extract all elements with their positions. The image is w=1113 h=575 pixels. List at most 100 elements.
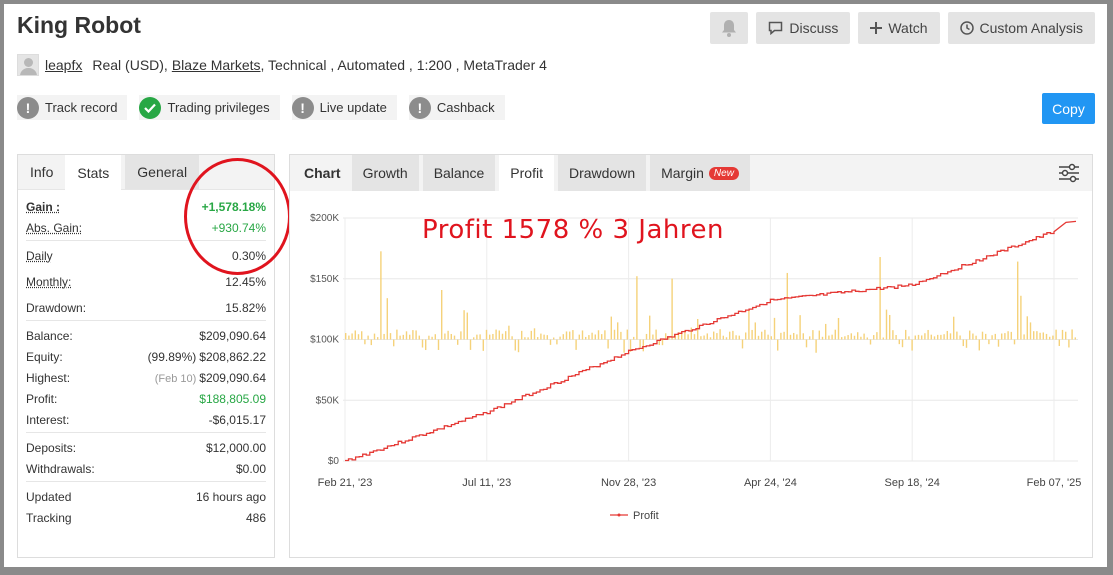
profit-bar <box>892 330 894 340</box>
tab-general[interactable]: General <box>125 155 200 189</box>
profit-bar <box>767 334 769 340</box>
y-tick-label: $100K <box>310 335 339 346</box>
verification-badges: ! Track record Trading privileges ! Live… <box>17 95 505 120</box>
profit-bar <box>949 333 952 340</box>
legend-label: Profit <box>633 510 659 522</box>
profit-bar <box>866 337 868 340</box>
badge-track-record[interactable]: ! Track record <box>17 95 128 120</box>
stat-label[interactable]: Abs. Gain: <box>26 221 82 235</box>
profit-bar <box>1055 329 1057 340</box>
tab-growth[interactable]: Growth <box>351 155 419 191</box>
profit-bar <box>1074 337 1076 340</box>
profit-bar <box>729 331 731 340</box>
profit-bar <box>937 334 939 340</box>
user-link[interactable]: leapfx <box>45 57 82 73</box>
stat-label[interactable]: Daily <box>26 249 53 263</box>
stat-label[interactable]: Gain : <box>26 200 60 214</box>
stat-label: Highest: <box>26 370 71 385</box>
stat-label: Profit: <box>26 391 58 406</box>
profit-bar <box>572 330 574 340</box>
profit-bar <box>421 339 424 348</box>
chart-settings-button[interactable] <box>1058 163 1080 188</box>
profit-bar <box>924 333 926 340</box>
profit-bar <box>1058 339 1060 346</box>
broker-link[interactable]: Blaze Markets <box>172 57 261 73</box>
tab-margin[interactable]: Margin New <box>650 155 750 191</box>
watch-label: Watch <box>888 20 928 36</box>
y-tick-label: $200K <box>310 213 339 224</box>
divider <box>26 320 266 321</box>
profit-bar <box>594 334 596 340</box>
tab-balance[interactable]: Balance <box>422 155 496 191</box>
profit-bar <box>652 334 654 340</box>
profit-bar <box>786 272 788 340</box>
profit-bar <box>437 339 440 350</box>
profit-bar <box>345 333 347 340</box>
discuss-button[interactable]: Discuss <box>756 12 851 44</box>
plus-icon <box>870 22 883 34</box>
profit-bar <box>789 334 792 340</box>
profit-bar <box>917 334 920 340</box>
copy-button[interactable]: Copy <box>1042 93 1095 124</box>
profit-bar <box>521 330 523 340</box>
stat-profit: Profit: $188,805.09 <box>26 388 266 409</box>
profit-bar <box>770 336 772 340</box>
profit-bar <box>812 330 814 340</box>
profit-bar <box>1013 339 1016 345</box>
stat-deposits: Deposits: $12,000.00 <box>26 437 266 458</box>
profit-bar <box>809 336 811 340</box>
profit-bar <box>581 330 584 340</box>
notification-button[interactable] <box>710 12 749 44</box>
profit-bar <box>508 325 510 340</box>
profit-bar <box>885 309 888 340</box>
stat-label[interactable]: Monthly: <box>26 275 71 289</box>
profit-bar <box>559 336 561 340</box>
stat-tracking: Tracking 486 <box>26 507 266 528</box>
stat-withdrawals: Withdrawals: $0.00 <box>26 458 266 479</box>
tab-drawdown[interactable]: Drawdown <box>557 155 647 191</box>
custom-analysis-label: Custom Analysis <box>979 20 1083 36</box>
tab-info[interactable]: Info <box>18 155 65 189</box>
stat-label: Interest: <box>26 412 70 427</box>
tab-chart[interactable]: Chart <box>290 155 352 191</box>
account-meta: leapfx Real (USD), Blaze Markets , Techn… <box>17 54 547 76</box>
sliders-icon <box>1059 163 1079 183</box>
profit-bar <box>796 334 798 340</box>
profit-bar <box>636 276 638 340</box>
profit-bar <box>492 333 494 340</box>
badge-cashback[interactable]: ! Cashback <box>408 95 505 120</box>
profit-bar <box>1042 332 1044 340</box>
profit-bar <box>901 339 904 348</box>
profit-annotation: Profit 1578 % 3 Jahren <box>422 215 724 245</box>
profit-bar <box>895 335 897 340</box>
profit-bar <box>860 336 862 340</box>
badge-trading-privileges[interactable]: Trading privileges <box>139 95 280 120</box>
profit-bar <box>741 339 744 349</box>
stat-interest: Interest: -$6,015.17 <box>26 409 266 430</box>
stat-value: 16 hours ago <box>195 489 266 504</box>
stat-label: Drawdown: <box>26 300 87 315</box>
profit-bar <box>978 339 980 351</box>
account-type: Real (USD), <box>92 57 168 73</box>
profit-bar <box>706 333 708 340</box>
watch-button[interactable]: Watch <box>858 12 940 44</box>
profit-bar <box>1010 331 1012 340</box>
badge-live-update[interactable]: ! Live update <box>291 95 397 120</box>
bell-icon <box>722 20 737 37</box>
avatar[interactable] <box>17 54 39 76</box>
profit-bar <box>997 339 1000 347</box>
profit-bar <box>604 330 606 340</box>
profit-bar <box>511 336 513 340</box>
profit-bar <box>460 331 462 340</box>
profit-bar <box>1020 295 1022 340</box>
profit-bar <box>834 329 836 340</box>
custom-analysis-button[interactable]: Custom Analysis <box>947 12 1095 44</box>
profit-bar <box>370 339 372 346</box>
profit-bar <box>575 339 577 350</box>
tab-stats[interactable]: Stats <box>65 155 122 191</box>
profit-bar <box>757 335 760 340</box>
tab-profit[interactable]: Profit <box>499 155 554 191</box>
profit-bar <box>732 330 734 340</box>
profit-bar <box>357 334 360 340</box>
profit-bar <box>393 339 395 347</box>
